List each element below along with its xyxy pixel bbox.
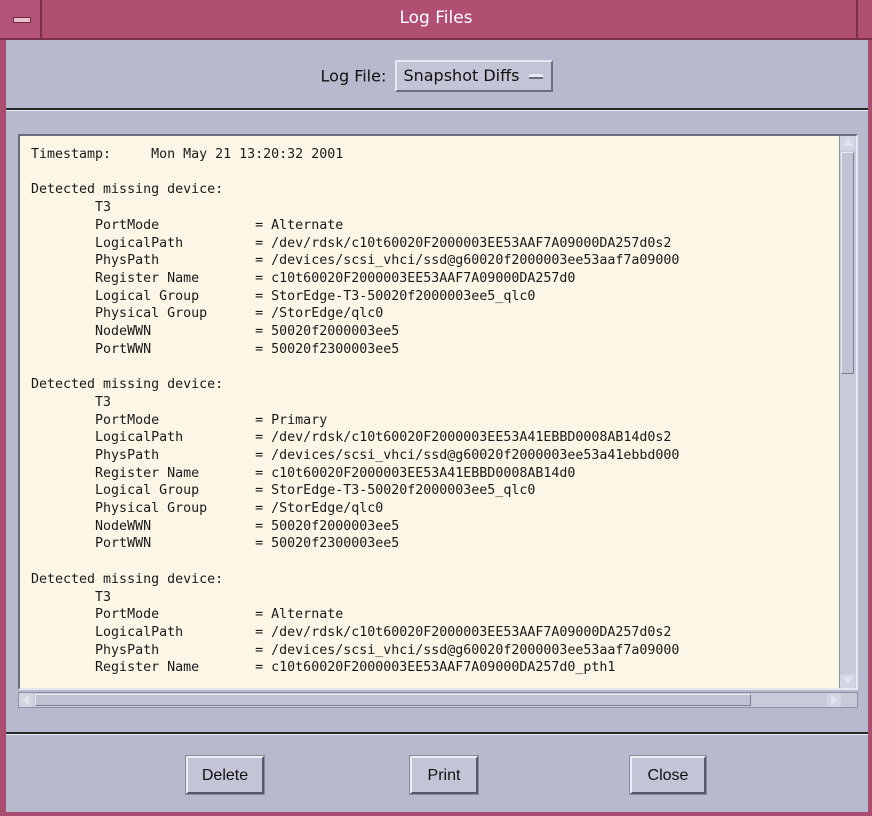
horizontal-scroll-thumb[interactable] [35, 694, 751, 706]
print-button[interactable]: Print [409, 755, 479, 795]
log-text-area[interactable]: Timestamp: Mon May 21 13:20:32 2001 Dete… [20, 136, 840, 688]
vertical-scroll-thumb[interactable] [841, 152, 854, 374]
close-button[interactable]: Close [629, 755, 707, 795]
bottom-separator [6, 732, 868, 735]
title-bar-edge [856, 0, 872, 38]
title-bar[interactable]: Log Files [0, 0, 872, 40]
delete-button[interactable]: Delete [185, 755, 265, 795]
log-files-window: Log Files Log File: Snapshot Diffs Times… [0, 0, 872, 816]
log-file-option-menu[interactable]: Snapshot Diffs [395, 60, 554, 92]
log-text-panel: Timestamp: Mon May 21 13:20:32 2001 Dete… [18, 134, 858, 690]
log-file-selected-value: Snapshot Diffs [403, 66, 520, 85]
scroll-up-arrow-icon[interactable] [840, 136, 855, 150]
option-menu-indicator-icon [529, 74, 544, 79]
top-separator [6, 108, 868, 111]
log-file-label: Log File: [320, 66, 387, 86]
window-title: Log Files [399, 8, 473, 28]
log-file-selector-row: Log File: Snapshot Diffs [6, 60, 868, 92]
scroll-down-arrow-icon[interactable] [840, 674, 855, 688]
scroll-right-arrow-icon[interactable] [827, 693, 841, 707]
horizontal-scrollbar[interactable] [18, 692, 858, 708]
scroll-left-arrow-icon[interactable] [19, 693, 33, 707]
vertical-scrollbar[interactable] [839, 136, 856, 688]
